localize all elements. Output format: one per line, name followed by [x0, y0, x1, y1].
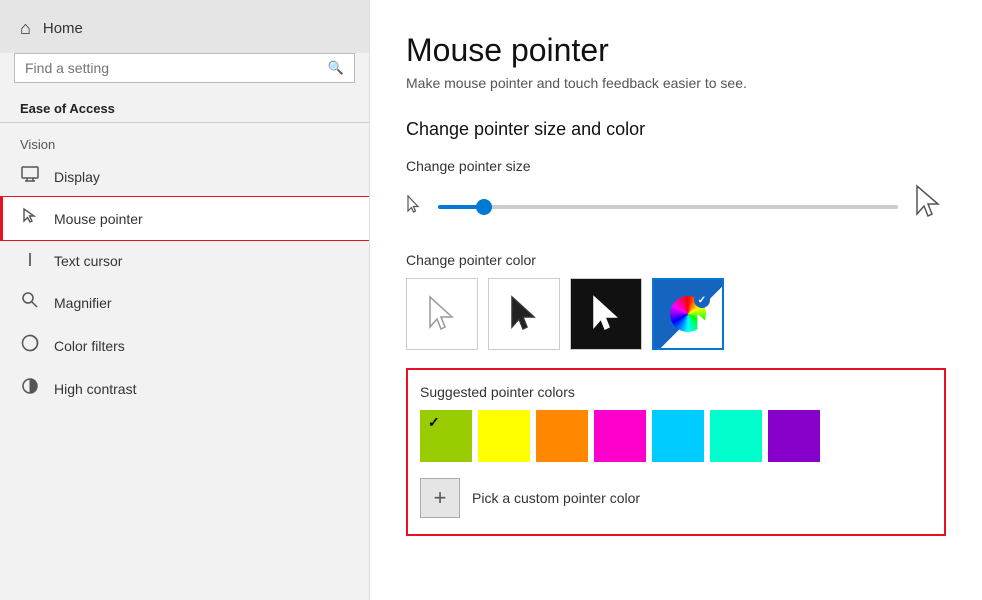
color-filters-icon [20, 334, 40, 357]
sidebar-item-mouse-pointer[interactable]: Mouse pointer [0, 197, 369, 240]
color-label: Change pointer color [406, 252, 946, 268]
mouse-pointer-icon [20, 207, 40, 230]
sidebar: ⌂ Home 🔍 Ease of Access Vision Display M… [0, 0, 370, 600]
color-wheel-checkmark: ✓ [694, 292, 710, 308]
home-nav-item[interactable]: ⌂ Home [0, 0, 369, 53]
swatch-2[interactable] [536, 410, 588, 462]
size-label: Change pointer size [406, 158, 946, 174]
display-icon [20, 166, 40, 187]
search-box[interactable]: 🔍 [14, 53, 355, 83]
sidebar-group-vision: Vision [0, 129, 369, 156]
sidebar-item-magnifier[interactable]: Magnifier [0, 281, 369, 324]
sidebar-item-text-cursor[interactable]: I Text cursor [0, 240, 369, 281]
suggested-colors-box: Suggested pointer colors ✓ + Pick a cust… [406, 368, 946, 536]
sidebar-item-color-filters[interactable]: Color filters [0, 324, 369, 367]
text-cursor-icon: I [20, 250, 40, 271]
sidebar-item-text-cursor-label: Text cursor [54, 253, 122, 269]
pointer-size-slider-row [406, 184, 946, 230]
slider-thumb[interactable] [476, 199, 492, 215]
swatch-3[interactable] [594, 410, 646, 462]
main-content: Mouse pointer Make mouse pointer and tou… [370, 0, 982, 600]
sidebar-item-display[interactable]: Display [0, 156, 369, 197]
search-input[interactable] [25, 60, 320, 76]
home-icon: ⌂ [20, 18, 31, 39]
color-option-white[interactable] [406, 278, 478, 350]
home-label: Home [43, 20, 83, 37]
custom-color-row[interactable]: + Pick a custom pointer color [420, 474, 932, 522]
suggested-colors-row: ✓ [420, 410, 932, 462]
page-title: Mouse pointer [406, 32, 946, 69]
page-subtitle: Make mouse pointer and touch feedback ea… [406, 75, 946, 91]
pointer-size-slider[interactable] [438, 205, 898, 209]
sidebar-item-display-label: Display [54, 169, 100, 185]
cursor-large-icon [914, 184, 946, 230]
suggested-title: Suggested pointer colors [420, 384, 932, 400]
sidebar-item-high-contrast-label: High contrast [54, 381, 136, 397]
plus-icon: + [420, 478, 460, 518]
sidebar-item-mouse-pointer-label: Mouse pointer [54, 211, 143, 227]
swatch-0[interactable]: ✓ [420, 410, 472, 462]
sidebar-item-magnifier-label: Magnifier [54, 295, 112, 311]
search-icon: 🔍 [328, 60, 344, 76]
sidebar-section-title: Ease of Access [0, 93, 369, 122]
swatch-check-0: ✓ [428, 414, 440, 431]
sidebar-divider [0, 122, 369, 123]
color-options: ✓ [406, 278, 946, 350]
magnifier-icon [20, 291, 40, 314]
sidebar-item-color-filters-label: Color filters [54, 338, 125, 354]
swatch-5[interactable] [710, 410, 762, 462]
swatch-1[interactable] [478, 410, 530, 462]
high-contrast-icon [20, 377, 40, 400]
sidebar-item-high-contrast[interactable]: High contrast [0, 367, 369, 410]
swatch-4[interactable] [652, 410, 704, 462]
swatch-6[interactable] [768, 410, 820, 462]
color-option-inverted[interactable] [570, 278, 642, 350]
custom-color-label: Pick a custom pointer color [472, 490, 640, 506]
color-option-custom[interactable]: ✓ [652, 278, 724, 350]
cursor-small-icon [406, 195, 422, 220]
section-heading: Change pointer size and color [406, 119, 946, 140]
color-option-black[interactable] [488, 278, 560, 350]
